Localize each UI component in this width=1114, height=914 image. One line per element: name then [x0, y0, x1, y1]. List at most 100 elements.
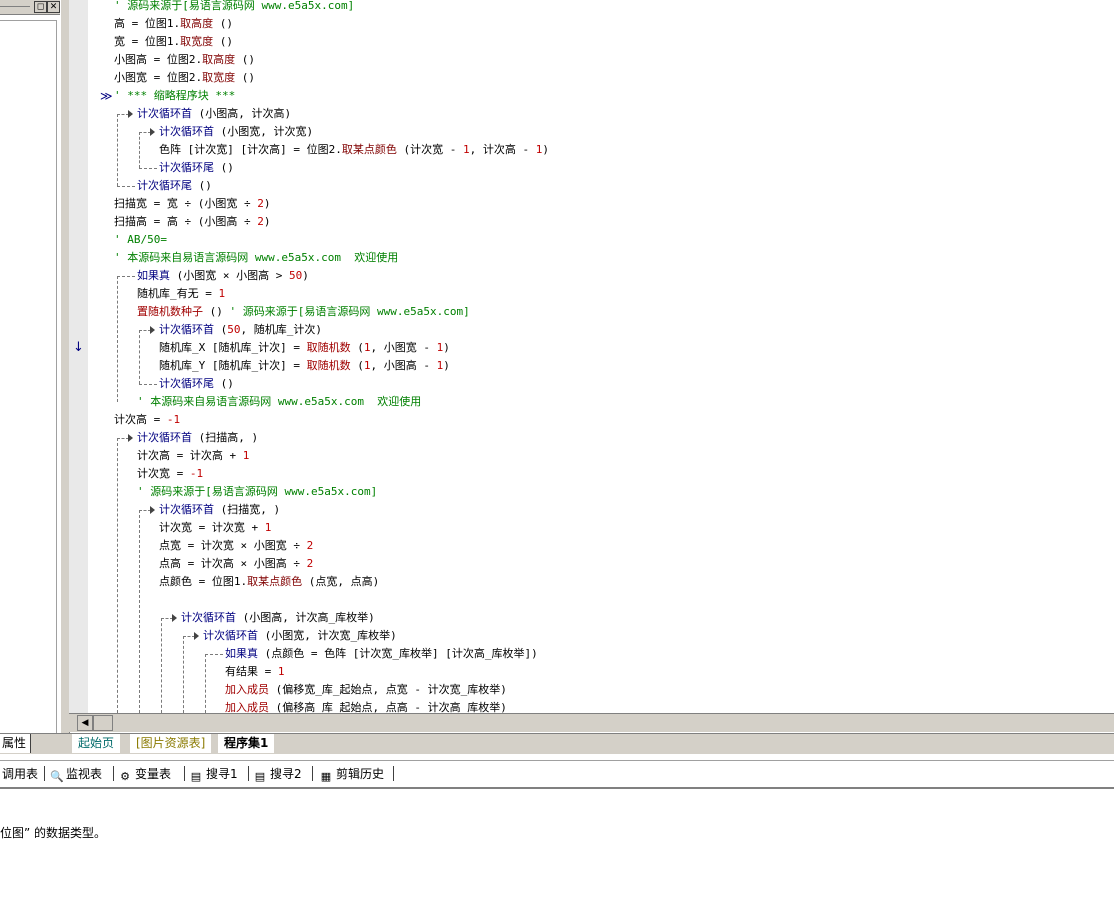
code-line[interactable]: ' *** 缩略程序块 *** [114, 87, 235, 105]
block-guide-line [139, 132, 140, 168]
code-text: (扫描宽, ) [214, 503, 281, 516]
variable-table-label: 变量表 [135, 767, 172, 781]
code-line[interactable]: 计次循环尾 () [159, 159, 234, 177]
code-line[interactable]: ' 源码来源于[易语言源码网 www.e5a5x.com] [114, 0, 354, 15]
code-line[interactable]: 计次循环尾 () [159, 375, 234, 393]
code-text: , 小图宽 - [370, 341, 437, 354]
code-number: -1 [189, 467, 204, 480]
code-keyword: 如果真 [137, 269, 170, 282]
code-text: () [214, 377, 234, 390]
code-line[interactable]: 有结果 = 1 [225, 663, 285, 681]
code-comment: ' 本源码来自易语言源码网 www.e5a5x.com 欢迎使用 [137, 395, 422, 408]
status-message: 位图” 的数据类型。 [0, 826, 107, 840]
block-arrow-icon [194, 632, 199, 640]
code-line[interactable]: 计次高 = 计次高 + 1 [137, 447, 249, 465]
code-text: 点高 = 计次高 × 小图高 ÷ [159, 557, 307, 570]
tab-properties[interactable]: 属性 [0, 734, 31, 753]
code-text: ) [263, 197, 271, 210]
code-text: 计次宽 = 计次宽 + [159, 521, 265, 534]
code-line[interactable]: 色阵 [计次宽] [计次高] = 位图2.取某点颜色 (计次宽 - 1, 计次高… [159, 141, 549, 159]
code-line[interactable]: 扫描宽 = 宽 ÷ (小图宽 ÷ 2) [114, 195, 270, 213]
code-number: 1 [218, 287, 226, 300]
code-builtin: 取随机数 [306, 341, 351, 354]
code-text: (点宽, 点高) [302, 575, 380, 588]
code-text: 小图宽 = 位图2. [114, 71, 203, 84]
code-line[interactable]: 小图宽 = 位图2.取宽度 () [114, 69, 255, 87]
code-method: 取宽度 [180, 35, 214, 48]
code-line[interactable]: 计次循环尾 () [137, 177, 212, 195]
code-line[interactable]: 点颜色 = 位图1.取某点颜色 (点宽, 点高) [159, 573, 379, 591]
tab-bar: 属性 起始页 [图片资源表] 程序集1 [0, 733, 1114, 754]
tab-start-page[interactable]: 起始页 [72, 734, 121, 753]
close-icon[interactable]: ✕ [47, 1, 60, 13]
code-line[interactable]: 计次循环首 (小图宽, 计次宽_库枚举) [203, 627, 397, 645]
code-line[interactable]: 随机库_有无 = 1 [137, 285, 225, 303]
code-editor[interactable]: ' 源码来源于[易语言源码网 www.e5a5x.com] 高 = 位图1.取高度… [88, 0, 1114, 713]
code-text: (小图宽 × 小图高 > [170, 269, 289, 282]
restore-icon[interactable]: ◻ [34, 1, 47, 13]
block-guide-line [139, 168, 157, 169]
watch-table-button[interactable]: 🔍 监视表 [50, 765, 102, 783]
code-line[interactable]: 计次循环首 (50, 随机库_计次) [159, 321, 322, 339]
search2-button[interactable]: ▤ 搜寻2 [254, 765, 302, 783]
code-line[interactable]: 随机库_X [随机库_计次] = 取随机数 (1, 小图宽 - 1) [159, 339, 450, 357]
code-text: ) [302, 269, 309, 282]
code-line[interactable]: ' AB/50= [114, 231, 167, 249]
code-line[interactable]: 计次宽 = -1 [137, 465, 203, 483]
code-line[interactable]: 计次高 = -1 [114, 411, 180, 429]
block-arrow-icon [172, 614, 177, 622]
current-line-arrow-icon: ↓ [73, 340, 84, 355]
clip-history-button[interactable]: ▦ 剪辑历史 [320, 765, 384, 783]
search1-button[interactable]: ▤ 搜寻1 [190, 765, 238, 783]
code-text: , 计次高 - [469, 143, 536, 156]
code-line[interactable]: 点高 = 计次高 × 小图高 ÷ 2 [159, 555, 313, 573]
block-guide-line [117, 186, 135, 187]
code-line[interactable]: ' 源码来源于[易语言源码网 www.e5a5x.com] [137, 483, 377, 501]
code-line[interactable]: 高 = 位图1.取高度 () [114, 15, 233, 33]
collapsed-block-icon[interactable]: ≫ [100, 87, 113, 105]
code-keyword: 计次循环首 [159, 125, 214, 138]
code-line[interactable]: 如果真 (点颜色 = 色阵 [计次宽_库枚举] [计次高_库枚举]) [225, 645, 538, 663]
call-table-button[interactable]: 调用表 [2, 765, 38, 783]
scroll-left-icon[interactable]: ◀ [77, 715, 93, 731]
code-text: 色阵 [计次宽] [计次高] = 位图2. [159, 143, 342, 156]
block-guide-line [205, 654, 206, 713]
code-line[interactable]: 计次循环首 (小图宽, 计次宽) [159, 123, 313, 141]
search1-label: 搜寻1 [206, 767, 238, 781]
code-line[interactable]: 点宽 = 计次宽 × 小图宽 ÷ 2 [159, 537, 313, 555]
code-line[interactable]: 计次循环首 (扫描高, ) [137, 429, 258, 447]
code-line[interactable]: ' 本源码来自易语言源码网 www.e5a5x.com 欢迎使用 [137, 393, 421, 411]
code-line[interactable]: 计次宽 = 计次宽 + 1 [159, 519, 271, 537]
code-text: ) [443, 359, 450, 372]
code-line[interactable]: 计次循环首 (小图高, 计次高_库枚举) [181, 609, 375, 627]
code-comment: ' 源码来源于[易语言源码网 www.e5a5x.com] [229, 305, 470, 318]
code-text: () [213, 35, 233, 48]
code-line[interactable]: 随机库_Y [随机库_计次] = 取随机数 (1, 小图高 - 1) [159, 357, 450, 375]
left-panel: ◻ ✕ [0, 0, 60, 734]
code-text: (计次宽 - [396, 143, 463, 156]
watch-table-label: 监视表 [66, 767, 103, 781]
code-line[interactable]: 计次循环首 (小图高, 计次高) [137, 105, 291, 123]
code-line[interactable]: ' 本源码来自易语言源码网 www.e5a5x.com 欢迎使用 [114, 249, 398, 267]
left-panel-content[interactable] [0, 20, 57, 734]
code-text: 有结果 = [225, 665, 278, 678]
variable-table-button[interactable]: ⚙ 变量表 [119, 765, 171, 783]
code-line[interactable]: 扫描高 = 高 ÷ (小图高 ÷ 2) [114, 213, 270, 231]
code-line[interactable]: 小图高 = 位图2.取高度 () [114, 51, 255, 69]
tab-program-set[interactable]: 程序集1 [218, 734, 275, 753]
tab-image-resources[interactable]: [图片资源表] [130, 734, 212, 753]
code-number: 1 [277, 665, 285, 678]
code-text: , 随机库_计次) [240, 323, 323, 336]
horizontal-scrollbar[interactable]: ◀ [69, 713, 1114, 732]
block-guide-line [117, 276, 135, 277]
code-line[interactable]: 宽 = 位图1.取宽度 () [114, 33, 233, 51]
block-guide-line [139, 510, 140, 713]
code-line[interactable]: 置随机数种子 () ' 源码来源于[易语言源码网 www.e5a5x.com] [137, 303, 470, 321]
code-number: 1 [264, 521, 272, 534]
code-line[interactable]: 加入成员 (偏移高_库_起始点, 点高 - 计次高_库枚举) [225, 699, 507, 713]
block-guide-line [205, 654, 223, 655]
code-line[interactable]: 计次循环首 (扫描宽, ) [159, 501, 280, 519]
code-line[interactable]: 如果真 (小图宽 × 小图高 > 50) [137, 267, 309, 285]
code-line[interactable]: 加入成员 (偏移宽_库_起始点, 点宽 - 计次宽_库枚举) [225, 681, 507, 699]
scroll-thumb[interactable] [93, 715, 113, 731]
